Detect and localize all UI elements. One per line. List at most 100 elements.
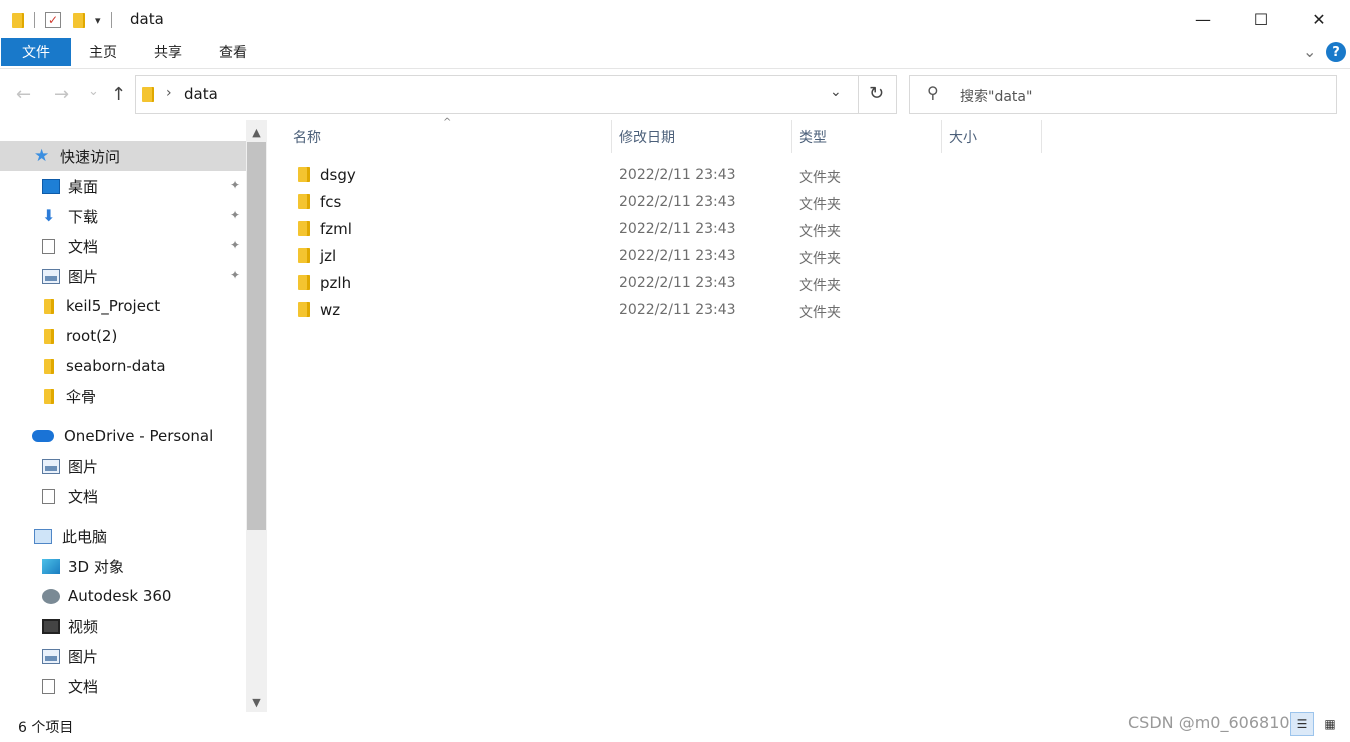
column-header-size[interactable]: 大小 (949, 120, 1039, 153)
picture-icon (42, 458, 60, 474)
scroll-thumb[interactable] (247, 142, 266, 530)
scroll-down-button[interactable]: ▼ (246, 692, 267, 712)
nav-item-seaborn-data[interactable]: seaborn-data (0, 351, 246, 381)
toolbar-divider (34, 12, 35, 28)
pin-icon[interactable]: ✦ (230, 178, 240, 192)
nav-item-quick-access[interactable]: ★ 快速访问 (0, 141, 246, 171)
folder-icon (44, 328, 54, 344)
star-icon: ★ (34, 145, 50, 166)
nav-item-this-pc[interactable]: 此电脑 (0, 521, 246, 551)
pin-icon[interactable]: ✦ (230, 268, 240, 282)
column-divider[interactable] (941, 120, 942, 153)
autodesk-icon (42, 588, 60, 604)
desktop-icon (42, 178, 60, 194)
nav-item-desktop[interactable]: 桌面 ✦ (0, 171, 246, 201)
folder-icon (44, 298, 54, 314)
window-title: data (130, 10, 164, 28)
picture-icon (42, 648, 60, 664)
nav-item-label: keil5_Project (66, 297, 161, 315)
expand-ribbon-icon[interactable]: ⌄ (1303, 42, 1316, 61)
cloud-icon (32, 430, 54, 442)
nav-item-label: 下载 (68, 207, 99, 226)
nav-item-label: 文档 (68, 677, 99, 696)
column-header-type[interactable]: 类型 (799, 120, 939, 153)
refresh-button[interactable]: ↻ (869, 83, 884, 104)
file-row-pzlh[interactable]: pzlh 2022/2/11 23:43 文件夹 (283, 270, 983, 297)
properties-icon[interactable]: ✓ (45, 12, 61, 28)
nav-item-sangu[interactable]: 伞骨 (0, 381, 246, 411)
back-button[interactable]: ← (16, 84, 31, 105)
file-type: 文件夹 (799, 278, 841, 294)
column-divider[interactable] (1041, 120, 1042, 153)
document-icon (42, 678, 55, 694)
details-view-icon[interactable]: ☰ (1290, 712, 1314, 736)
watermark-text: CSDN @m0_60681041 (1128, 713, 1310, 732)
column-divider[interactable] (611, 120, 612, 153)
file-row-fcs[interactable]: fcs 2022/2/11 23:43 文件夹 (283, 189, 983, 216)
nav-item-label: 视频 (68, 617, 99, 636)
breadcrumb-chevron-icon[interactable]: › (166, 85, 172, 101)
close-button[interactable]: ✕ (1290, 0, 1348, 38)
address-dropdown-button[interactable]: ⌄ (830, 84, 842, 100)
scroll-up-button[interactable]: ▲ (246, 122, 267, 142)
nav-item-pc-pictures[interactable]: 图片 (0, 641, 246, 671)
nav-item-keil5-project[interactable]: keil5_Project (0, 291, 246, 321)
address-bar[interactable]: › data ⌄ ↻ (135, 75, 897, 114)
help-icon[interactable]: ? (1326, 42, 1346, 62)
folder-icon (298, 275, 310, 290)
nav-item-label: 桌面 (68, 177, 99, 196)
file-date: 2022/2/11 23:43 (619, 248, 736, 264)
nav-scrollbar[interactable]: ▲ ▼ (246, 120, 267, 712)
nav-item-label: 3D 对象 (68, 557, 124, 576)
up-button[interactable]: ↑ (111, 84, 126, 105)
file-type: 文件夹 (799, 305, 841, 321)
column-header-name[interactable]: 名称 (293, 120, 611, 153)
tab-view[interactable]: 查看 (208, 38, 258, 66)
video-icon (42, 618, 60, 634)
3d-objects-icon (42, 558, 60, 574)
search-box[interactable]: ⚲ 搜索"data" (909, 75, 1337, 114)
nav-item-pc-documents[interactable]: 文档 (0, 671, 246, 701)
nav-item-label: OneDrive - Personal (64, 427, 214, 445)
nav-item-autodesk-360[interactable]: Autodesk 360 (0, 581, 246, 611)
nav-item-onedrive-pictures[interactable]: 图片 (0, 451, 246, 481)
file-name: pzlh (320, 274, 352, 292)
maximize-button[interactable]: ☐ (1232, 0, 1290, 38)
nav-item-pictures[interactable]: 图片 ✦ (0, 261, 246, 291)
nav-item-label: 图片 (68, 457, 99, 476)
nav-item-documents[interactable]: 文档 ✦ (0, 231, 246, 261)
file-type: 文件夹 (799, 197, 841, 213)
minimize-button[interactable]: — (1174, 0, 1232, 38)
nav-item-downloads[interactable]: ⬇ 下载 ✦ (0, 201, 246, 231)
download-icon: ⬇ (42, 206, 56, 225)
pin-icon[interactable]: ✦ (230, 208, 240, 222)
file-date: 2022/2/11 23:43 (619, 194, 736, 210)
customize-toolbar-icon[interactable]: ▾ (95, 14, 101, 27)
new-folder-icon[interactable] (73, 12, 85, 28)
recent-locations-button[interactable]: ⌄ (88, 84, 99, 99)
tab-share[interactable]: 共享 (143, 38, 193, 66)
tiles-view-icon[interactable]: ▦ (1318, 712, 1342, 736)
nav-item-videos[interactable]: 视频 (0, 611, 246, 641)
tab-file[interactable]: 文件 (1, 38, 71, 66)
pin-icon[interactable]: ✦ (230, 238, 240, 252)
file-row-fzml[interactable]: fzml 2022/2/11 23:43 文件夹 (283, 216, 983, 243)
nav-item-onedrive[interactable]: OneDrive - Personal (0, 421, 246, 451)
nav-item-onedrive-documents[interactable]: 文档 (0, 481, 246, 511)
nav-item-3d-objects[interactable]: 3D 对象 (0, 551, 246, 581)
file-name: fcs (320, 193, 342, 211)
folder-icon (298, 248, 310, 263)
nav-item-root2[interactable]: root(2) (0, 321, 246, 351)
column-divider[interactable] (791, 120, 792, 153)
breadcrumb-path[interactable]: data (184, 85, 218, 103)
column-header-date-modified[interactable]: 修改日期 (619, 120, 789, 153)
file-type: 文件夹 (799, 170, 841, 186)
forward-button[interactable]: → (54, 84, 69, 105)
nav-item-label: Autodesk 360 (68, 587, 172, 605)
folder-icon (142, 87, 154, 102)
folder-icon[interactable] (12, 12, 24, 28)
file-row-wz[interactable]: wz 2022/2/11 23:43 文件夹 (283, 297, 983, 324)
file-row-jzl[interactable]: jzl 2022/2/11 23:43 文件夹 (283, 243, 983, 270)
file-row-dsgy[interactable]: dsgy 2022/2/11 23:43 文件夹 (283, 162, 983, 189)
tab-home[interactable]: 主页 (78, 38, 128, 66)
